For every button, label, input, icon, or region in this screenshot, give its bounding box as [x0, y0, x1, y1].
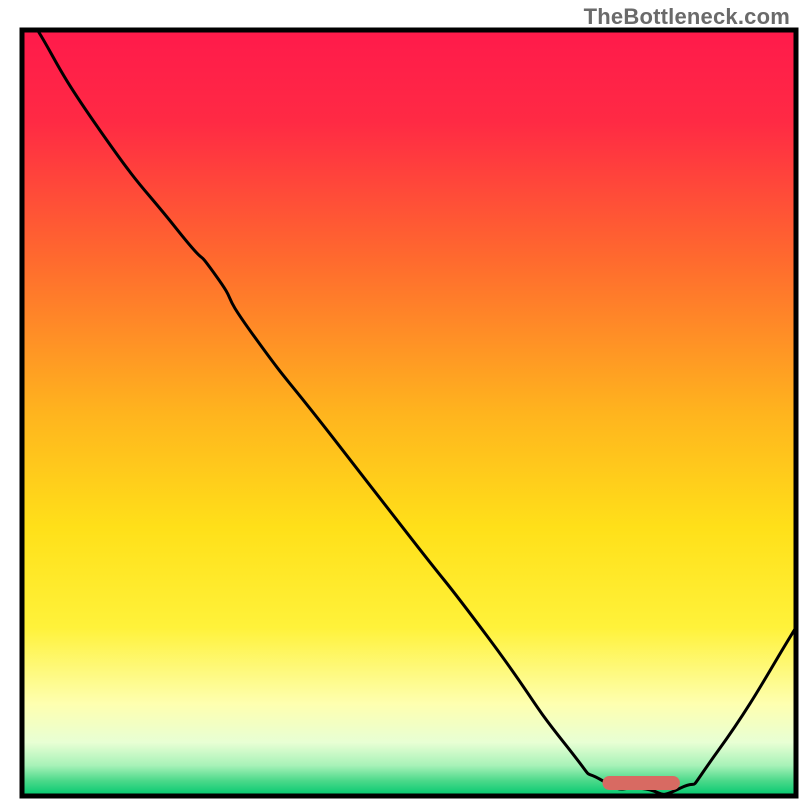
plot-area [22, 30, 796, 796]
chart-container: { "attribution": "TheBottleneck.com", "c… [0, 0, 800, 800]
bottleneck-chart [0, 0, 800, 800]
optimal-marker [603, 776, 680, 790]
